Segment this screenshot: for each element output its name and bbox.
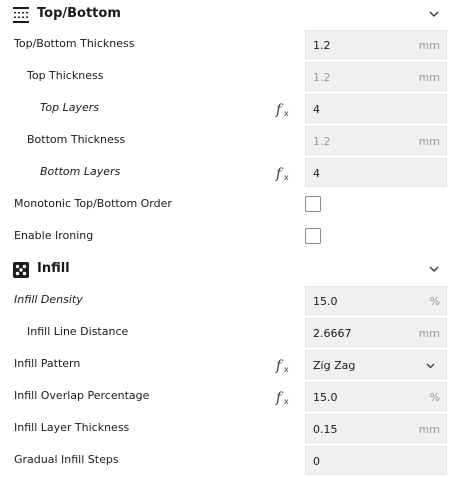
setting-row-infill-line-distance: Infill Line Distance 2.6667 mm (0, 317, 463, 349)
unit-label: % (429, 391, 440, 404)
setting-row-top-bottom-thickness: Top/Bottom Thickness 1.2 mm (0, 29, 463, 61)
function-fx-icon[interactable]: f x (275, 356, 292, 374)
unit-label: mm (418, 71, 440, 84)
svg-text:x: x (284, 109, 289, 118)
function-fx-icon[interactable]: f x (275, 100, 292, 118)
input-value: 2.6667 (313, 327, 352, 340)
input-value: 0 (313, 455, 320, 468)
setting-row-monotonic-order: Monotonic Top/Bottom Order (0, 189, 463, 221)
section-title: Infill (37, 261, 70, 276)
setting-row-infill-pattern: Infill Pattern f x Zig Zag (0, 349, 463, 381)
input-value: 4 (313, 103, 320, 116)
function-fx-icon[interactable]: f x (275, 164, 292, 182)
enable-ironing-checkbox[interactable] (305, 228, 321, 244)
input-value: 1.2 (313, 135, 331, 148)
unit-label: mm (418, 327, 440, 340)
bottom-thickness-input[interactable]: 1.2 mm (305, 126, 447, 155)
gradual-infill-steps-input[interactable]: 0 (305, 446, 447, 475)
top-bottom-thickness-input[interactable]: 1.2 mm (305, 30, 447, 59)
setting-row-top-thickness: Top Thickness 1.2 mm (0, 61, 463, 93)
unit-label: mm (418, 135, 440, 148)
top-bottom-icon (13, 7, 29, 23)
setting-label: Infill Pattern (14, 357, 81, 370)
setting-row-infill-density: Infill Density 15.0 % (0, 285, 463, 317)
setting-row-bottom-thickness: Bottom Thickness 1.2 mm (0, 125, 463, 157)
input-value: 0.15 (313, 423, 338, 436)
infill-icon (13, 262, 29, 278)
setting-label: Top Thickness (27, 69, 104, 82)
setting-row-infill-layer-thickness: Infill Layer Thickness 0.15 mm (0, 413, 463, 445)
chevron-down-icon (426, 363, 435, 369)
setting-label: Gradual Infill Steps (14, 453, 119, 466)
setting-label: Bottom Layers (40, 165, 121, 178)
top-thickness-input[interactable]: 1.2 mm (305, 62, 447, 91)
chevron-down-icon[interactable] (428, 263, 440, 275)
setting-label: Infill Overlap Percentage (14, 389, 150, 402)
setting-row-infill-overlap: Infill Overlap Percentage f x 15.0 % (0, 381, 463, 413)
setting-label: Enable Ironing (14, 229, 94, 242)
setting-label: Top Layers (40, 101, 99, 114)
chevron-down-icon[interactable] (428, 8, 440, 20)
setting-label: Infill Density (14, 293, 83, 306)
input-value: 4 (313, 167, 320, 180)
monotonic-order-checkbox[interactable] (305, 196, 321, 212)
infill-line-distance-input[interactable]: 2.6667 mm (305, 318, 447, 347)
top-layers-input[interactable]: 4 (305, 94, 447, 123)
bottom-layers-input[interactable]: 4 (305, 158, 447, 187)
top-bottom-section-header[interactable]: Top/Bottom (0, 0, 463, 30)
unit-label: % (429, 295, 440, 308)
setting-row-enable-ironing: Enable Ironing (0, 221, 463, 253)
function-fx-icon[interactable]: f x (275, 388, 292, 406)
setting-label: Infill Line Distance (27, 325, 129, 338)
input-value: 1.2 (313, 71, 331, 84)
unit-label: mm (418, 423, 440, 436)
infill-density-input[interactable]: 15.0 % (305, 286, 447, 315)
svg-text:f: f (275, 390, 284, 406)
setting-row-bottom-layers: Bottom Layers f x 4 (0, 157, 463, 189)
input-value: 1.2 (313, 39, 331, 52)
unit-label: mm (418, 39, 440, 52)
svg-text:f: f (275, 166, 284, 182)
svg-text:x: x (284, 365, 289, 374)
infill-layer-thickness-input[interactable]: 0.15 mm (305, 414, 447, 443)
setting-row-gradual-infill-steps: Gradual Infill Steps 0 (0, 445, 463, 477)
infill-overlap-input[interactable]: 15.0 % (305, 382, 447, 411)
input-value: 15.0 (313, 391, 338, 404)
setting-label: Top/Bottom Thickness (14, 37, 135, 50)
infill-pattern-dropdown[interactable]: Zig Zag (305, 350, 447, 379)
svg-text:f: f (275, 358, 284, 374)
setting-label: Bottom Thickness (27, 133, 126, 146)
setting-label: Monotonic Top/Bottom Order (14, 197, 172, 210)
svg-text:x: x (284, 397, 289, 406)
setting-label: Infill Layer Thickness (14, 421, 130, 434)
setting-row-top-layers: Top Layers f x 4 (0, 93, 463, 125)
selected-value: Zig Zag (313, 359, 356, 372)
svg-text:x: x (284, 173, 289, 182)
input-value: 15.0 (313, 295, 338, 308)
infill-section-header[interactable]: Infill (0, 255, 463, 285)
svg-text:f: f (275, 102, 284, 118)
section-title: Top/Bottom (37, 6, 121, 21)
